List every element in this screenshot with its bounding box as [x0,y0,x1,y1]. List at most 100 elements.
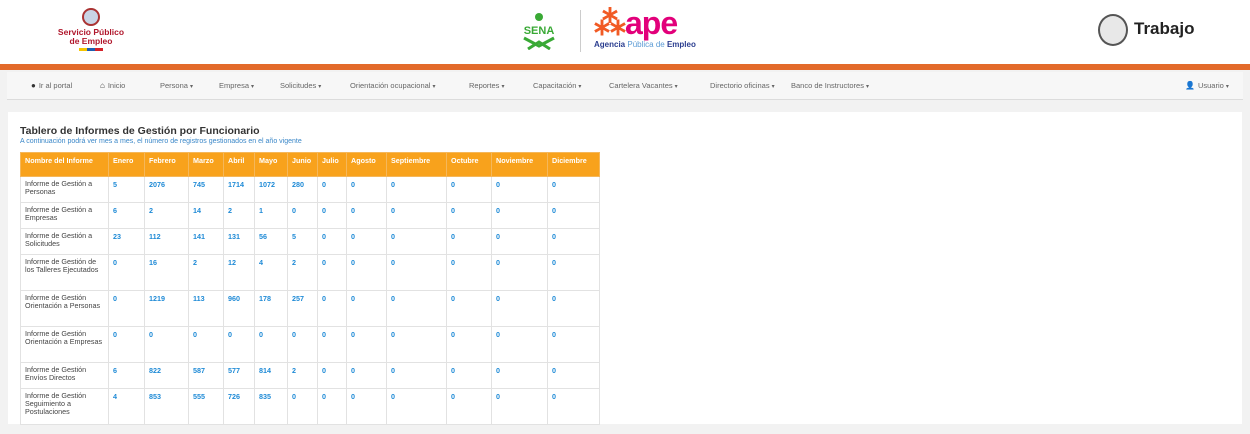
report-count-link[interactable]: 0 [287,388,318,425]
report-count-link[interactable]: 0 [254,326,288,363]
report-count-link[interactable]: 1714 [223,176,255,203]
report-count-link[interactable]: 0 [547,202,600,229]
report-count-link[interactable]: 1 [254,202,288,229]
report-count-link[interactable]: 0 [491,290,548,327]
report-count-link[interactable]: 0 [547,326,600,363]
report-count-link[interactable]: 16 [144,254,189,291]
nav-capacitacion[interactable]: Capacitación ▾ [533,81,581,90]
report-count-link[interactable]: 0 [446,290,492,327]
report-count-link[interactable]: 0 [317,326,347,363]
report-count-link[interactable]: 0 [386,176,447,203]
report-count-link[interactable]: 0 [317,176,347,203]
report-count-link[interactable]: 0 [346,176,387,203]
nav-inicio[interactable]: ⌂ Inicio [100,81,125,90]
report-count-link[interactable]: 5 [287,228,318,255]
nav-cartelera-vacantes[interactable]: Cartelera Vacantes ▾ [609,81,678,90]
report-count-link[interactable]: 853 [144,388,189,425]
report-count-link[interactable]: 0 [108,290,145,327]
report-count-link[interactable]: 1072 [254,176,288,203]
report-count-link[interactable]: 0 [547,388,600,425]
report-count-link[interactable]: 0 [446,362,492,389]
report-count-link[interactable]: 960 [223,290,255,327]
report-count-link[interactable]: 4 [108,388,145,425]
report-count-link[interactable]: 6 [108,362,145,389]
report-count-link[interactable]: 113 [188,290,224,327]
servicio-publico-logo[interactable]: Servicio Público de Empleo [46,8,136,56]
report-count-link[interactable]: 0 [386,228,447,255]
report-count-link[interactable]: 257 [287,290,318,327]
report-count-link[interactable]: 2 [287,362,318,389]
report-count-link[interactable]: 587 [188,362,224,389]
nav-ir-al-portal[interactable]: ● Ir al portal [31,81,72,90]
report-count-link[interactable]: 0 [317,254,347,291]
report-count-link[interactable]: 0 [386,290,447,327]
report-count-link[interactable]: 56 [254,228,288,255]
report-count-link[interactable]: 2 [188,254,224,291]
report-count-link[interactable]: 0 [223,326,255,363]
report-count-link[interactable]: 0 [446,326,492,363]
nav-persona[interactable]: Persona ▾ [160,81,193,90]
report-count-link[interactable]: 0 [491,202,548,229]
sena-logo[interactable]: SENA [518,12,560,50]
report-count-link[interactable]: 0 [491,388,548,425]
report-count-link[interactable]: 2 [144,202,189,229]
report-count-link[interactable]: 0 [491,176,548,203]
report-count-link[interactable]: 835 [254,388,288,425]
report-count-link[interactable]: 0 [317,388,347,425]
report-count-link[interactable]: 0 [317,202,347,229]
report-count-link[interactable]: 0 [287,326,318,363]
nav-reportes[interactable]: Reportes ▾ [469,81,504,90]
report-count-link[interactable]: 0 [346,362,387,389]
report-count-link[interactable]: 0 [287,202,318,229]
report-count-link[interactable]: 0 [317,228,347,255]
report-count-link[interactable]: 14 [188,202,224,229]
report-count-link[interactable]: 0 [446,176,492,203]
report-count-link[interactable]: 5 [108,176,145,203]
report-count-link[interactable]: 0 [491,326,548,363]
report-count-link[interactable]: 0 [547,228,600,255]
report-count-link[interactable]: 0 [108,326,145,363]
report-count-link[interactable]: 0 [386,326,447,363]
report-count-link[interactable]: 112 [144,228,189,255]
nav-empresa[interactable]: Empresa ▾ [219,81,254,90]
report-count-link[interactable]: 280 [287,176,318,203]
report-count-link[interactable]: 0 [346,254,387,291]
nav-directorio-oficinas[interactable]: Directorio oficinas ▾ [710,81,775,90]
report-count-link[interactable]: 0 [144,326,189,363]
report-count-link[interactable]: 0 [386,388,447,425]
report-count-link[interactable]: 0 [547,176,600,203]
report-count-link[interactable]: 0 [547,362,600,389]
report-count-link[interactable]: 726 [223,388,255,425]
report-count-link[interactable]: 6 [108,202,145,229]
report-count-link[interactable]: 0 [446,228,492,255]
report-count-link[interactable]: 2 [287,254,318,291]
report-count-link[interactable]: 0 [346,326,387,363]
report-count-link[interactable]: 0 [386,202,447,229]
report-count-link[interactable]: 178 [254,290,288,327]
report-count-link[interactable]: 555 [188,388,224,425]
report-count-link[interactable]: 0 [346,388,387,425]
report-count-link[interactable]: 0 [446,388,492,425]
report-count-link[interactable]: 0 [547,290,600,327]
report-count-link[interactable]: 0 [491,362,548,389]
report-count-link[interactable]: 4 [254,254,288,291]
report-count-link[interactable]: 23 [108,228,145,255]
report-count-link[interactable]: 0 [446,254,492,291]
report-count-link[interactable]: 0 [491,228,548,255]
report-count-link[interactable]: 745 [188,176,224,203]
report-count-link[interactable]: 0 [317,290,347,327]
report-count-link[interactable]: 0 [346,228,387,255]
report-count-link[interactable]: 12 [223,254,255,291]
report-count-link[interactable]: 0 [188,326,224,363]
report-count-link[interactable]: 2076 [144,176,189,203]
nav-orientacion[interactable]: Orientación ocupacional ▾ [350,81,435,90]
nav-banco-instructores[interactable]: Banco de Instructores ▾ [791,81,869,90]
report-count-link[interactable]: 1219 [144,290,189,327]
report-count-link[interactable]: 0 [491,254,548,291]
nav-solicitudes[interactable]: Solicitudes ▾ [280,81,321,90]
report-count-link[interactable]: 0 [346,290,387,327]
report-count-link[interactable]: 0 [547,254,600,291]
report-count-link[interactable]: 0 [446,202,492,229]
report-count-link[interactable]: 2 [223,202,255,229]
report-count-link[interactable]: 822 [144,362,189,389]
